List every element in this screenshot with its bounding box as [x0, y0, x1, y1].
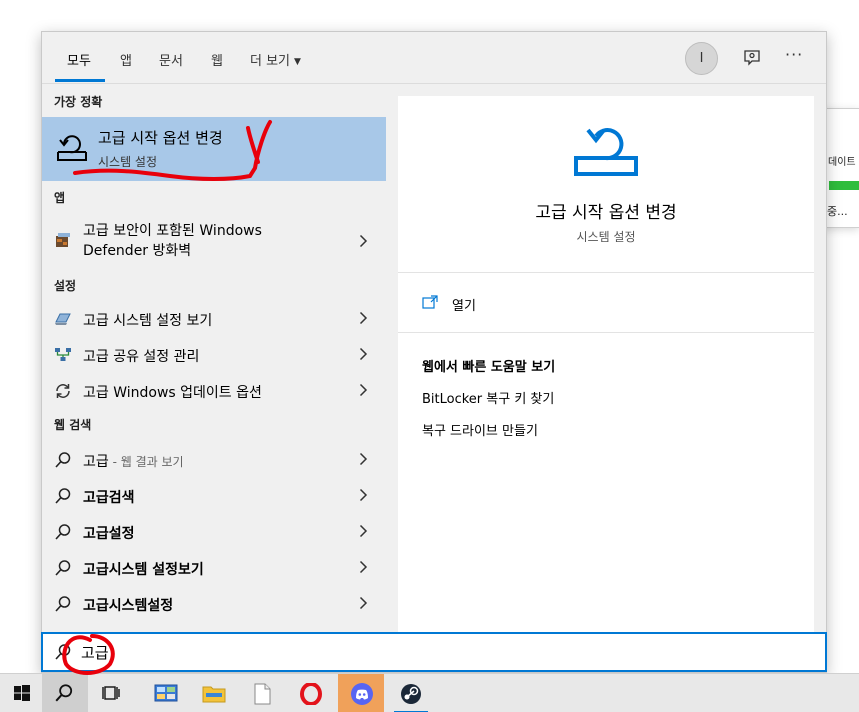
best-match-title: 고급 시작 옵션 변경 [98, 129, 223, 147]
more-options-icon[interactable]: ··· [785, 45, 803, 64]
firewall-label-line2: Defender 방화벽 [83, 243, 192, 259]
background-window-status: 중... [827, 205, 848, 218]
refresh-icon [56, 384, 70, 398]
search-input[interactable] [81, 641, 781, 663]
folder-icon [202, 686, 226, 703]
help-link-bitlocker[interactable]: BitLocker 복구 키 찾기 [422, 388, 554, 407]
computer-icon [55, 313, 71, 325]
web-help-heading: 웹에서 빠른 도움말 보기 [422, 360, 556, 375]
task-view-icon [102, 686, 120, 700]
open-window-icon [422, 295, 438, 309]
search-box[interactable] [41, 632, 827, 672]
control-panel-icon [154, 684, 178, 702]
firewall-label-line1: 고급 보안이 포함된 Windows [83, 223, 262, 239]
notepad-button[interactable] [240, 674, 286, 712]
web-result-hint: - 웹 결과 보기 [108, 455, 184, 469]
opera-browser-button[interactable] [288, 674, 334, 712]
user-avatar[interactable]: I [685, 42, 718, 75]
chevron-right-icon[interactable] [359, 383, 368, 397]
windows-search-panel: 모두 앱 문서 웹 더 보기 ▼ I ··· 가장 정확 고급 시작 옵션 변경 … [41, 31, 827, 673]
list-item-web-suggestion[interactable]: 고급시스템설정 [42, 586, 386, 622]
start-button[interactable] [0, 674, 46, 712]
file-explorer-button[interactable] [190, 674, 236, 712]
feedback-icon[interactable] [742, 48, 762, 68]
update-options-label: 고급 Windows 업데이트 옵션 [83, 385, 262, 401]
system-settings-label: 고급 시스템 설정 보기 [83, 313, 213, 329]
tab-web[interactable]: 웹 [211, 50, 223, 69]
tab-more[interactable]: 더 보기 ▼ [250, 50, 301, 69]
web-suggestion-label: 고급시스템 설정보기 [83, 562, 204, 578]
list-item-web-result[interactable]: 고급 - 웹 결과 보기 [42, 442, 386, 478]
divider [398, 272, 814, 273]
list-item-firewall[interactable]: 고급 보안이 포함된 Windows Defender 방화벽 [42, 217, 386, 265]
list-item-update-options[interactable]: 고급 Windows 업데이트 옵션 [42, 373, 386, 409]
steam-icon [401, 684, 421, 704]
taskbar-search-button[interactable] [42, 674, 88, 712]
chevron-right-icon[interactable] [359, 488, 368, 502]
best-match-subtitle: 시스템 설정 [98, 155, 158, 169]
taskbar [0, 673, 859, 712]
chevron-right-icon[interactable] [359, 524, 368, 538]
background-window-text: 데이트 [828, 157, 856, 168]
section-apps: 앱 [54, 191, 66, 205]
open-label: 열기 [452, 299, 476, 314]
background-window: 데이트 중... [822, 108, 859, 228]
opera-icon [300, 683, 322, 705]
firewall-icon [56, 233, 70, 247]
web-suggestion-label: 고급시스템설정 [83, 598, 174, 614]
search-icon [55, 684, 73, 702]
discord-button[interactable] [338, 674, 384, 712]
list-item-sharing-settings[interactable]: 고급 공유 설정 관리 [42, 337, 386, 373]
list-item-web-suggestion[interactable]: 고급설정 [42, 514, 386, 550]
document-icon [254, 683, 271, 705]
chevron-right-icon[interactable] [359, 560, 368, 574]
tab-documents[interactable]: 문서 [159, 50, 183, 69]
discord-icon [351, 683, 373, 705]
tab-all[interactable]: 모두 [67, 50, 91, 69]
search-results-list: 가장 정확 고급 시작 옵션 변경 시스템 설정 앱 고급 보안이 포함된 Wi… [42, 85, 386, 633]
web-result-label: 고급 - 웹 결과 보기 [83, 451, 184, 471]
task-view-button[interactable] [90, 674, 136, 712]
section-web-search: 웹 검색 [54, 418, 92, 432]
active-tab-indicator [55, 79, 105, 82]
search-icon [55, 596, 71, 612]
chevron-down-icon: ▼ [294, 57, 301, 67]
chevron-right-icon[interactable] [359, 596, 368, 610]
search-filter-tabs: 모두 앱 문서 웹 더 보기 ▼ I ··· [42, 32, 826, 84]
search-icon [55, 560, 71, 576]
preview-title: 고급 시작 옵션 변경 [535, 203, 677, 223]
list-item-system-settings[interactable]: 고급 시스템 설정 보기 [42, 301, 386, 337]
chevron-right-icon[interactable] [359, 452, 368, 466]
windows-logo-icon [14, 685, 30, 701]
restore-icon [574, 128, 638, 176]
chevron-right-icon[interactable] [359, 347, 368, 361]
web-suggestion-label: 고급검색 [83, 490, 135, 506]
divider [398, 332, 814, 333]
search-icon [55, 524, 71, 540]
restore-icon [57, 135, 87, 161]
best-match-result[interactable]: 고급 시작 옵션 변경 시스템 설정 [42, 117, 386, 181]
chevron-right-icon[interactable] [359, 311, 368, 325]
search-icon [55, 644, 71, 660]
steam-button[interactable] [388, 674, 434, 712]
result-preview-pane: 고급 시작 옵션 변경 시스템 설정 열기 웹에서 빠른 도움말 보기 BitL… [398, 96, 814, 632]
list-item-web-suggestion[interactable]: 고급검색 [42, 478, 386, 514]
section-best-match: 가장 정확 [54, 95, 103, 109]
search-icon [55, 488, 71, 504]
web-suggestion-label: 고급설정 [83, 526, 135, 542]
search-icon [55, 452, 71, 468]
section-settings: 설정 [54, 279, 77, 293]
sharing-settings-label: 고급 공유 설정 관리 [83, 349, 200, 365]
control-panel-button[interactable] [142, 674, 188, 712]
list-item-web-suggestion[interactable]: 고급시스템 설정보기 [42, 550, 386, 586]
network-icon [55, 348, 71, 361]
tab-more-label: 더 보기 [250, 54, 291, 69]
web-result-term: 고급 [83, 454, 109, 470]
chevron-right-icon[interactable] [359, 234, 368, 248]
firewall-label: 고급 보안이 포함된 Windows Defender 방화벽 [83, 221, 262, 261]
background-progress-bar [829, 181, 859, 190]
tab-apps[interactable]: 앱 [120, 50, 132, 69]
help-link-recovery-drive[interactable]: 복구 드라이브 만들기 [422, 420, 538, 439]
preview-subtitle: 시스템 설정 [576, 230, 636, 244]
